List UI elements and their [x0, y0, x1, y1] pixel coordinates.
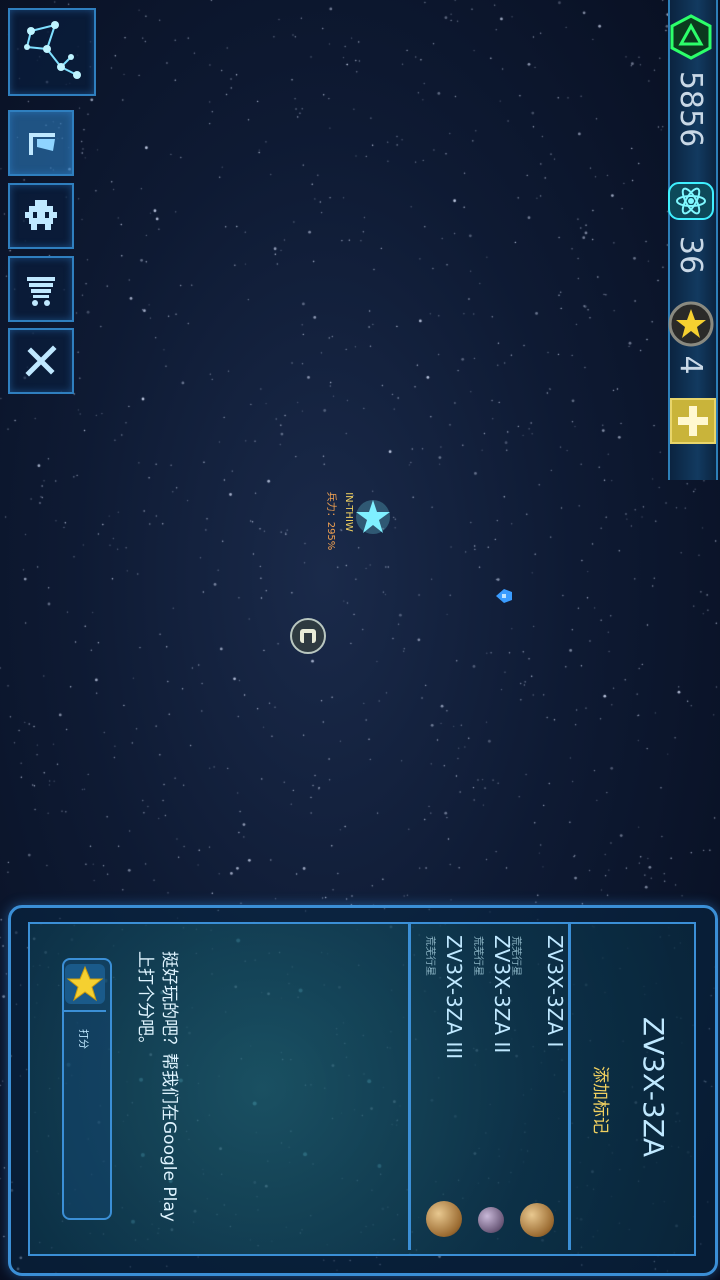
ship-icon [290, 618, 326, 654]
planet-type: 荒芜行星 [424, 936, 435, 976]
invaders-button[interactable] [8, 183, 74, 249]
planet-thumbnail[interactable] [520, 1203, 554, 1237]
stars-value: 4 [673, 355, 708, 375]
rate-star-icon [63, 962, 107, 1010]
flag-icon [29, 133, 55, 155]
atom-icon [666, 180, 716, 226]
system-title: ZV3X-3ZA [637, 1016, 670, 1158]
planet-thumbnail[interactable] [426, 1201, 462, 1237]
credits-icon [668, 14, 714, 64]
star-power-label: 兵力：295% [325, 491, 336, 551]
atoms-value: 36 [673, 235, 708, 275]
enemy-ship-icon [496, 589, 512, 603]
planet-name[interactable]: ZV3X-3ZA I [543, 935, 567, 1075]
panel-divider [568, 924, 571, 1250]
star-name-label: IN-THIW [343, 492, 354, 532]
constellation-map-button[interactable] [8, 8, 96, 96]
constellation-icon [24, 21, 81, 79]
planet-name[interactable]: ZV3X-3ZA II [490, 935, 514, 1075]
add-mark-button[interactable]: 添加标记 [590, 1045, 615, 1155]
plus-icon [678, 406, 708, 436]
rate-message-text: 挺好玩的吧？帮我们在Google Play上打个分吧。 [135, 951, 179, 1222]
rate-button-label: 打分 [77, 1029, 88, 1049]
battle-button[interactable] [8, 328, 74, 394]
star-system-marker[interactable] [354, 498, 392, 540]
panel-divider [408, 924, 411, 1250]
space-invader-icon [25, 200, 57, 230]
shopping-cart-icon [27, 277, 55, 306]
flag-button[interactable] [8, 110, 74, 176]
credits-value: 5856 [673, 70, 708, 148]
rate-message: 挺好玩的吧？帮我们在Google Play上打个分吧。 [135, 951, 179, 1231]
crossed-swords-icon [25, 345, 57, 377]
player-ship[interactable] [290, 618, 326, 658]
shop-button[interactable] [8, 256, 74, 322]
enemy-ship[interactable] [494, 586, 514, 610]
planet-type: 荒芜行星 [472, 936, 483, 976]
star-icon [356, 500, 390, 534]
planet-name[interactable]: ZV3X-3ZA III [442, 935, 466, 1075]
rate-button-divider [64, 1010, 106, 1012]
planet-thumbnail[interactable] [478, 1207, 504, 1233]
add-resource-button[interactable] [670, 398, 716, 444]
